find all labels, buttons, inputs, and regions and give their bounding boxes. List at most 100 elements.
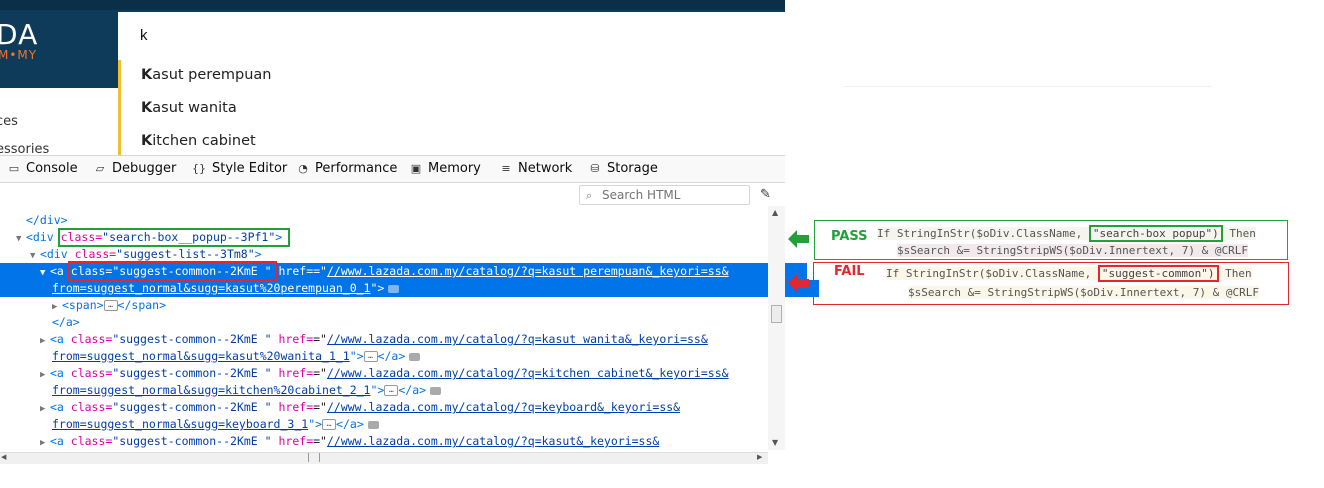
markup-line[interactable]: ▶ <a class="suggest-common--2KmE " href==… (0, 433, 807, 450)
attr-value: "suggest-list--3Tm8" (116, 247, 255, 261)
tab-style-editor[interactable]: {} Style Editor (192, 161, 287, 176)
tab-label: Network (518, 161, 573, 176)
expand-triangle-icon[interactable]: ▼ (40, 265, 50, 280)
console-icon: ▭ (8, 161, 20, 175)
markup-line[interactable]: </div> (0, 212, 793, 229)
pass-panel: PASS If StringInStr($oDiv.ClassName, "se… (814, 220, 1288, 260)
category-item[interactable]: ces (0, 114, 18, 129)
style-editor-icon: {} (192, 161, 206, 175)
hscroll-thumb[interactable] (308, 453, 320, 462)
markup-line[interactable]: from=suggest_normal&sugg=kitchen%20cabin… (0, 382, 819, 399)
eyedropper-icon[interactable]: ✎ (760, 187, 771, 202)
search-box: Kasut perempuan Kasut wanita Kitchen cab… (118, 12, 785, 155)
collapsed-triangle-icon[interactable]: ▶ (40, 401, 50, 416)
tag-text: </a> (52, 315, 80, 329)
tab-label: Memory (428, 161, 481, 176)
suggestion-item[interactable]: Kasut perempuan (141, 67, 271, 83)
markup-line[interactable]: ▶ <a class="suggest-common--2KmE " href==… (0, 331, 807, 348)
attr-url[interactable]: from=suggest_normal&sugg=kasut%20perempu… (52, 281, 371, 295)
code-text: Then (1222, 227, 1256, 240)
ellipsis-icon[interactable]: … (384, 385, 399, 396)
tag-text: <a (50, 366, 71, 380)
tab-label: Performance (315, 161, 398, 176)
ellipsis-icon[interactable]: … (103, 300, 118, 311)
suggestion-item[interactable]: Kitchen cabinet (141, 133, 256, 149)
tag-text: <a (50, 400, 71, 414)
event-badge-icon[interactable] (430, 386, 442, 395)
divider (843, 86, 1212, 87)
ellipsis-icon[interactable]: … (363, 351, 378, 362)
scroll-right-icon[interactable]: ▶ (757, 453, 762, 461)
event-badge-icon[interactable] (409, 352, 421, 361)
fail-arrow-icon (788, 274, 809, 292)
horizontal-scrollbar[interactable]: ◀ ▶ (0, 452, 768, 464)
search-html-input[interactable]: ⌕ Search HTML (579, 185, 750, 205)
tab-label: Storage (607, 161, 658, 176)
scrollbar-thumb[interactable] (771, 305, 782, 323)
attr-value: "suggest-common--2KmE " (112, 434, 272, 448)
attr-name: href= (271, 366, 314, 380)
pass-arrow-icon (788, 230, 809, 248)
tag-text: <div (40, 247, 75, 261)
attr-name: href= (271, 434, 314, 448)
attr-name: href= (271, 264, 314, 278)
event-badge-icon[interactable] (388, 284, 400, 293)
markup-line[interactable]: </a> (0, 314, 819, 331)
attr-name: class= (70, 332, 113, 346)
attr-url[interactable]: //www.lazada.com.my/catalog/?q=kasut wan… (327, 332, 708, 346)
tab-label: Console (26, 161, 78, 176)
attr-url[interactable]: //www.lazada.com.my/catalog/?q=kitchen c… (327, 366, 729, 380)
attr-url[interactable]: //www.lazada.com.my/catalog/?q=keyboard&… (327, 400, 680, 414)
event-badge-icon[interactable] (367, 420, 379, 429)
attr-value: "suggest-common--2KmE " (112, 400, 272, 414)
expand-triangle-icon[interactable]: ▼ (16, 231, 26, 246)
highlight-box-pass (58, 228, 290, 247)
tag-text: <a (50, 434, 71, 448)
markup-line[interactable]: from=suggest_normal&sugg=keyboard_3_1">…… (0, 416, 819, 433)
tab-label: Style Editor (212, 161, 288, 176)
markup-line[interactable]: ▶ <span>… </span> (0, 297, 819, 314)
tab-performance[interactable]: ◔ Performance (297, 161, 397, 176)
vertical-scrollbar[interactable]: ▲ ▼ (768, 206, 785, 450)
category-sidebar: ces essories (0, 88, 118, 157)
markup-line[interactable]: from=suggest_normal&sugg=kasut%20wanita_… (0, 348, 819, 365)
attr-name: class= (70, 434, 113, 448)
site-logo[interactable]: DA (0, 18, 38, 51)
tab-debugger[interactable]: ▱ Debugger (94, 161, 177, 176)
collapsed-triangle-icon[interactable]: ▶ (40, 367, 50, 382)
tab-network[interactable]: ≡ Network (500, 161, 572, 176)
markup-line-selected[interactable]: from=suggest_normal&sugg=kasut%20perempu… (0, 280, 819, 297)
pass-code-line1: If StringInStr($oDiv.ClassName, "search-… (877, 225, 1256, 242)
search-input[interactable] (118, 12, 785, 58)
ellipsis-icon[interactable]: … (322, 419, 337, 430)
markup-line[interactable]: ▶ <a class="suggest-common--2KmE " href==… (0, 365, 807, 382)
scroll-up-icon[interactable]: ▲ (772, 208, 778, 217)
tab-label: Debugger (112, 161, 177, 176)
attr-url[interactable]: //www.lazada.com.my/catalog/?q=kasut&_ke… (327, 434, 659, 448)
memory-icon: ▣ (410, 161, 422, 175)
markup-line[interactable]: ▶ <a class="suggest-common--2KmE " href==… (0, 399, 807, 416)
fail-panel: FAIL If StringInStr($oDiv.ClassName, "su… (813, 262, 1289, 305)
scroll-left-icon[interactable]: ◀ (1, 453, 6, 461)
collapsed-triangle-icon[interactable]: ▶ (52, 299, 62, 314)
search-html-placeholder: Search HTML (602, 188, 681, 202)
collapsed-triangle-icon[interactable]: ▶ (40, 333, 50, 348)
attr-name: class= (70, 400, 113, 414)
attr-url[interactable]: from=suggest_normal&sugg=keyboard_3_1 (52, 417, 308, 431)
tab-memory[interactable]: ▣ Memory (410, 161, 481, 176)
attr-url[interactable]: from=suggest_normal&sugg=kasut%20wanita_… (52, 349, 350, 363)
tag-text: </a> (398, 383, 427, 397)
attr-value: "suggest-common--2KmE " (112, 366, 272, 380)
attr-url[interactable]: from=suggest_normal&sugg=kitchen%20cabin… (52, 383, 371, 397)
suggestion-item[interactable]: Kasut wanita (141, 100, 237, 116)
markup-inspector: ⌕ Search HTML ✎ </div> ▼ <div class="searc… (0, 183, 819, 463)
scroll-down-icon[interactable]: ▼ (772, 438, 778, 447)
expand-triangle-icon[interactable]: ▼ (30, 248, 40, 263)
tab-console[interactable]: ▭ Console (8, 161, 78, 176)
attr-url[interactable]: //www.lazada.com.my/catalog/?q=kasut per… (327, 264, 729, 278)
attr-name: href= (271, 400, 314, 414)
tab-storage[interactable]: ⛁ Storage (589, 161, 658, 176)
fail-label: FAIL (834, 264, 865, 279)
collapsed-triangle-icon[interactable]: ▶ (40, 435, 50, 450)
fail-code-line2: $sSearch &= StringStripWS($oDiv.Innertex… (908, 286, 1259, 299)
